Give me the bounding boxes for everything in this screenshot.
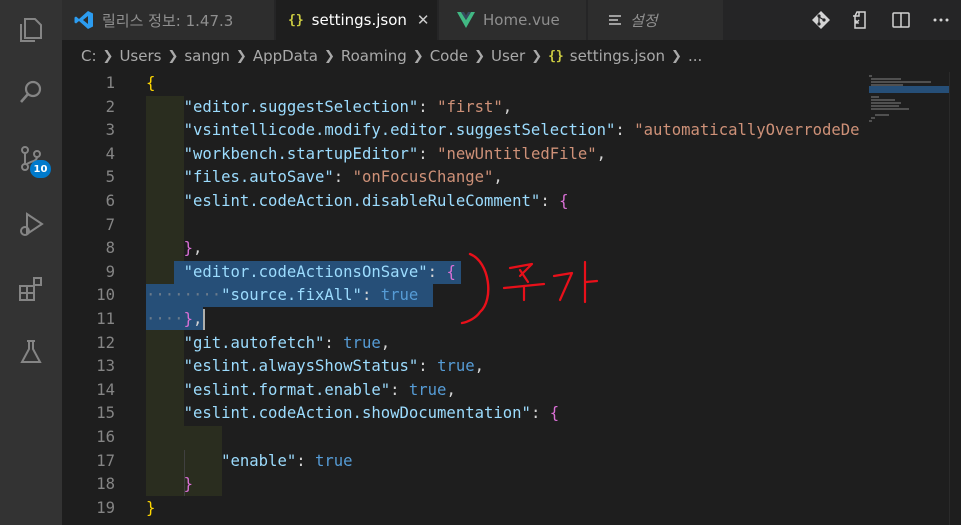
breadcrumb-item[interactable]: ...	[688, 47, 702, 65]
extensions-icon[interactable]	[0, 258, 62, 318]
breadcrumb: C: ❯ Users ❯ sangn ❯ AppData ❯ Roaming ❯…	[62, 40, 961, 72]
tab-bar: 릴리스 정보: 1.47.3 {} settings.json ✕ Home.v…	[62, 0, 961, 40]
breadcrumb-item[interactable]: settings.json	[570, 47, 665, 65]
line-number: 3	[105, 121, 115, 140]
line-number: 10	[96, 286, 115, 305]
split-editor-icon[interactable]	[881, 0, 921, 40]
line-number: 6	[105, 192, 115, 210]
line-number: 12	[96, 333, 115, 352]
chevron-right-icon: ❯	[235, 48, 247, 64]
line-number: 15	[96, 404, 115, 423]
line-number: 18	[96, 475, 115, 494]
breadcrumb-item[interactable]: Users	[119, 47, 161, 65]
run-debug-icon[interactable]	[0, 194, 62, 254]
line-number: 11	[96, 310, 115, 328]
minimap[interactable]	[861, 72, 949, 525]
line-number: 1	[105, 74, 115, 92]
tab-release-notes[interactable]: 릴리스 정보: 1.47.3	[62, 0, 275, 40]
line-number: 17	[96, 451, 115, 470]
json-braces-icon: {}	[288, 12, 304, 28]
breadcrumb-item[interactable]: sangn	[184, 47, 230, 65]
line-number: 5	[105, 168, 115, 187]
open-preview-icon[interactable]	[841, 0, 881, 40]
tab-label: 릴리스 정보: 1.47.3	[102, 11, 234, 30]
code-line: "enable": true	[221, 451, 353, 470]
chevron-right-icon: ❯	[412, 48, 424, 64]
vscode-logo-icon	[74, 10, 94, 30]
code-line: "git.autofetch": true,	[183, 333, 391, 352]
breadcrumb-item[interactable]: AppData	[253, 47, 318, 65]
code-line: "editor.suggestSelection": "first",	[183, 97, 513, 116]
chevron-right-icon: ❯	[671, 48, 682, 64]
tab-label: 설정	[630, 11, 658, 30]
code-line: }	[146, 498, 156, 517]
close-icon[interactable]: ✕	[417, 11, 430, 29]
breadcrumb-item[interactable]: Roaming	[341, 47, 407, 65]
tab-settings-ui[interactable]: 설정	[588, 0, 724, 40]
code-line: "eslint.alwaysShowStatus": true,	[183, 357, 485, 376]
git-compare-icon[interactable]	[801, 0, 841, 40]
code-line: }	[183, 475, 193, 494]
testing-flask-icon[interactable]	[0, 322, 62, 382]
more-actions-icon[interactable]	[921, 0, 961, 40]
explorer-icon[interactable]	[0, 0, 62, 60]
tab-label: settings.json	[311, 11, 407, 29]
code-editor[interactable]: 1 2 3 4 5 6 7 8 9 10 11 12 13 14 15 16 1…	[62, 72, 961, 525]
tab-settings-json[interactable]: {} settings.json ✕	[276, 0, 438, 40]
code-line: {	[146, 74, 156, 92]
source-control-badge: 10	[30, 160, 51, 178]
activity-bar: 10	[0, 0, 62, 525]
text-cursor	[203, 309, 205, 330]
line-number: 9	[105, 262, 115, 281]
code-line: "files.autoSave": "onFocusChange",	[183, 168, 503, 187]
code-line: "vsintellicode.modify.editor.suggestSele…	[183, 121, 888, 140]
line-number: 16	[96, 428, 115, 446]
line-number: 4	[105, 144, 115, 163]
line-number: 19	[96, 498, 115, 517]
tab-home-vue[interactable]: Home.vue	[439, 0, 587, 40]
line-number: 2	[105, 97, 115, 116]
code-line: ····},	[146, 310, 203, 328]
breadcrumb-item[interactable]: User	[491, 47, 525, 65]
vue-logo-icon	[457, 12, 475, 28]
code-line: "eslint.format.enable": true,	[183, 380, 456, 399]
line-number: 13	[96, 357, 115, 376]
line-number: 14	[96, 380, 115, 399]
line-number: 7	[105, 215, 115, 234]
editor-actions	[801, 0, 961, 40]
json-braces-icon: {}	[548, 48, 564, 64]
chevron-right-icon: ❯	[167, 48, 179, 64]
code-line: "editor.codeActionsOnSave": {	[183, 262, 456, 281]
code-line: "eslint.codeAction.showDocumentation": {	[183, 404, 560, 423]
chevron-right-icon: ❯	[102, 48, 114, 64]
vertical-scrollbar[interactable]	[949, 72, 961, 525]
breadcrumb-item[interactable]: C:	[81, 47, 97, 65]
chevron-right-icon: ❯	[474, 48, 485, 64]
source-control-icon[interactable]: 10	[0, 128, 62, 188]
search-icon[interactable]	[0, 62, 62, 122]
chevron-right-icon: ❯	[323, 48, 335, 64]
code-line: "workbench.startupEditor": "newUntitledF…	[183, 144, 607, 163]
line-number: 8	[105, 239, 115, 258]
code-line: "eslint.codeAction.disableRuleComment": …	[183, 192, 569, 210]
breadcrumb-item[interactable]: Code	[430, 47, 468, 65]
code-line: },	[183, 239, 203, 258]
tab-label: Home.vue	[483, 11, 560, 29]
code-line: ········"source.fixAll": true	[146, 286, 419, 305]
settings-list-icon	[608, 13, 622, 27]
minimap-selection	[869, 86, 949, 93]
chevron-right-icon: ❯	[531, 48, 543, 64]
